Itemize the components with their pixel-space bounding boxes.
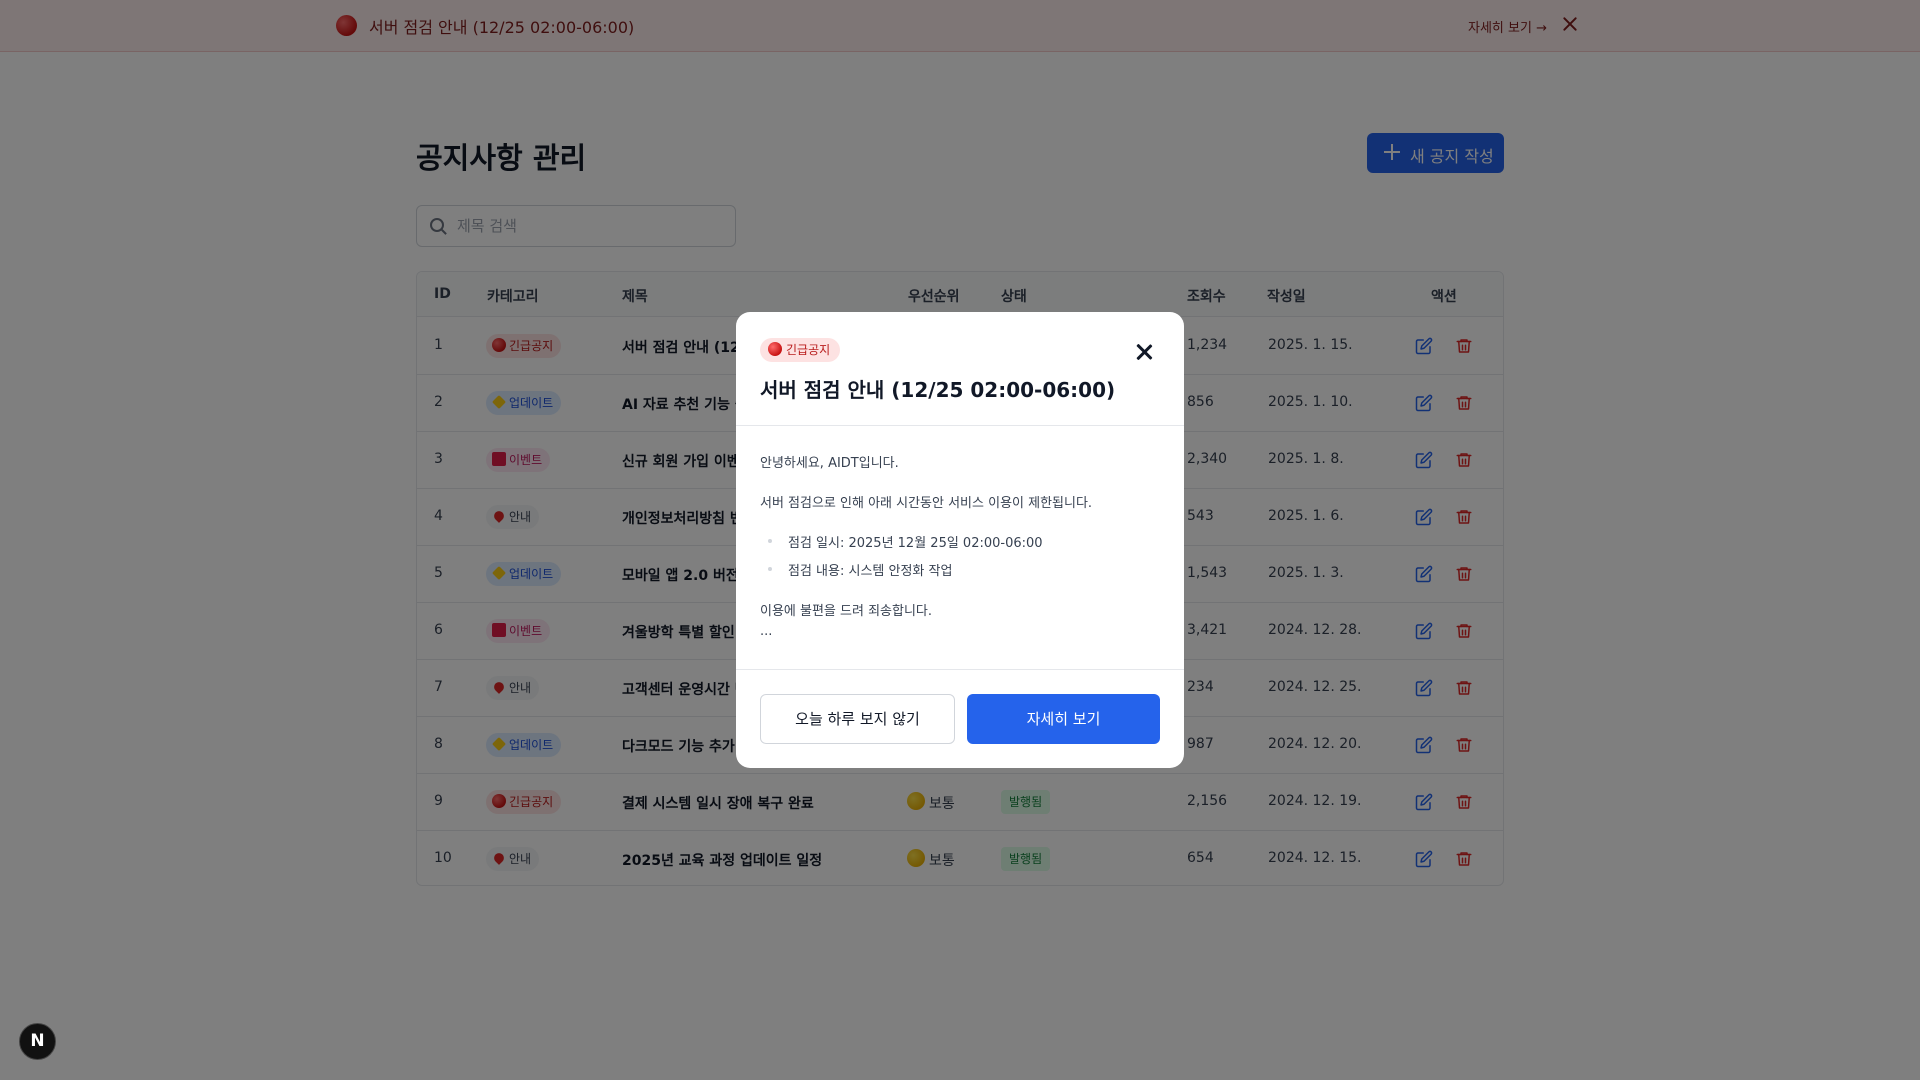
modal-ellipsis: ... <box>760 624 773 639</box>
modal-close-icon[interactable] <box>1134 342 1154 362</box>
modal-bullet-1: 점검 일시: 2025년 12월 25일 02:00-06:00 <box>788 536 1043 551</box>
bullet-dot <box>768 539 772 543</box>
modal-badge-label: 긴급공지 <box>786 343 831 357</box>
modal-title: 서버 점검 안내 (12/25 02:00-06:00) <box>760 378 1116 402</box>
modal-category-badge: 긴급공지 <box>760 338 841 362</box>
modal-bullet-2: 점검 내용: 시스템 안정화 작업 <box>788 564 953 579</box>
red-circle-icon <box>768 342 782 356</box>
dev-tools-badge[interactable]: N <box>19 1023 56 1060</box>
divider <box>736 669 1184 670</box>
divider <box>736 425 1184 426</box>
modal-greeting: 안녕하세요, AIDT입니다. <box>760 456 899 471</box>
view-detail-button[interactable]: 자세히 보기 <box>967 694 1160 744</box>
bullet-dot <box>768 567 772 571</box>
notice-modal: 긴급공지 서버 점검 안내 (12/25 02:00-06:00) 안녕하세요,… <box>736 312 1184 768</box>
modal-closing: 이용에 불편을 드려 죄송합니다. <box>760 604 933 619</box>
dismiss-today-button[interactable]: 오늘 하루 보지 않기 <box>760 694 955 744</box>
modal-intro: 서버 점검으로 인해 아래 시간동안 서비스 이용이 제한됩니다. <box>760 496 1093 511</box>
